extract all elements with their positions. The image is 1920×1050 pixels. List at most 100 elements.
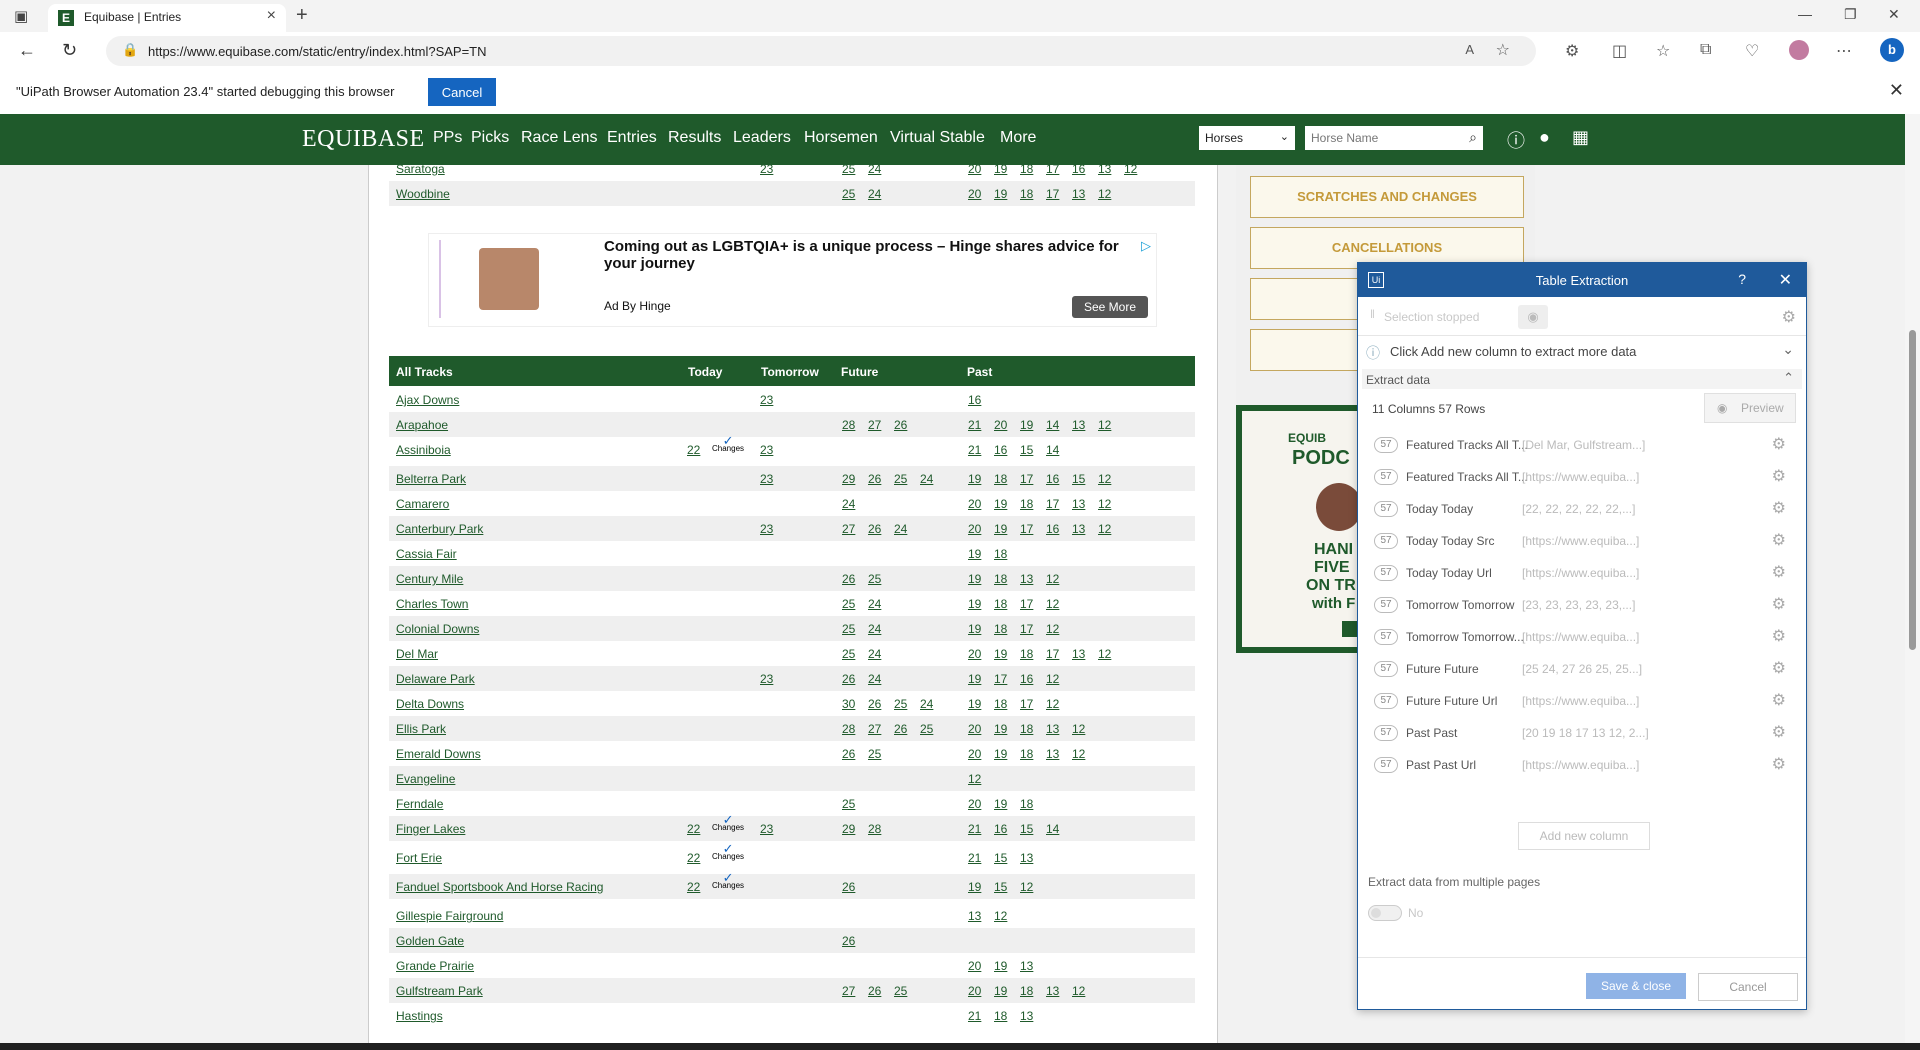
past-date-link[interactable]: 18 bbox=[1020, 797, 1033, 811]
extract-section-header[interactable]: Extract data ⌃ bbox=[1362, 369, 1802, 389]
track-link[interactable]: Emerald Downs bbox=[396, 747, 481, 761]
future-date-link[interactable]: 26 bbox=[894, 722, 907, 736]
past-date-link[interactable]: 20 bbox=[968, 522, 981, 536]
favorites-icon[interactable]: ☆ bbox=[1656, 41, 1670, 61]
past-date-link[interactable]: 17 bbox=[1046, 497, 1059, 511]
extracted-column-row[interactable]: 57 Future Future [25 24, 27 26 25, 25...] ⚙ bbox=[1374, 653, 1794, 685]
past-date-link[interactable]: 15 bbox=[1072, 472, 1085, 486]
past-date-link[interactable]: 16 bbox=[1046, 522, 1059, 536]
past-date-link[interactable]: 13 bbox=[1072, 497, 1085, 511]
nav-virtual-stable[interactable]: Virtual Stable bbox=[890, 129, 985, 147]
minimize-icon[interactable]: — bbox=[1798, 6, 1812, 22]
column-settings-gear-icon[interactable]: ⚙ bbox=[1772, 594, 1786, 614]
url-box[interactable]: 🔒 https://www.equibase.com/static/entry/… bbox=[106, 36, 1536, 66]
tomorrow-date-link[interactable]: 23 bbox=[760, 672, 773, 686]
past-date-link[interactable]: 16 bbox=[968, 393, 981, 407]
future-date-link[interactable]: 25 bbox=[842, 797, 855, 811]
track-link[interactable]: Arapahoe bbox=[396, 418, 448, 432]
future-date-link[interactable]: 27 bbox=[868, 418, 881, 432]
extracted-column-row[interactable]: 57 Tomorrow Tomorrow [23, 23, 23, 23, 23,.… bbox=[1374, 589, 1794, 621]
column-settings-gear-icon[interactable]: ⚙ bbox=[1772, 754, 1786, 774]
add-new-column-button[interactable]: Add new column bbox=[1518, 822, 1650, 850]
nav-leaders[interactable]: Leaders bbox=[733, 129, 791, 147]
track-link[interactable]: Del Mar bbox=[396, 647, 438, 661]
past-date-link[interactable]: 13 bbox=[1046, 984, 1059, 998]
past-date-link[interactable]: 13 bbox=[968, 909, 981, 923]
past-date-link[interactable]: 13 bbox=[1072, 522, 1085, 536]
past-date-link[interactable]: 12 bbox=[1046, 597, 1059, 611]
future-date-link[interactable]: 26 bbox=[868, 697, 881, 711]
column-settings-gear-icon[interactable]: ⚙ bbox=[1772, 690, 1786, 710]
past-date-link[interactable]: 17 bbox=[1046, 187, 1059, 201]
extracted-column-row[interactable]: 57 Featured Tracks All T... [https://www.e… bbox=[1374, 461, 1794, 493]
past-date-link[interactable]: 20 bbox=[968, 797, 981, 811]
advertisement[interactable]: Coming out as LGBTQIA+ is a unique proce… bbox=[428, 233, 1157, 327]
future-date-link[interactable]: 26 bbox=[894, 418, 907, 432]
past-date-link[interactable]: 18 bbox=[1020, 747, 1033, 761]
future-date-link[interactable]: 24 bbox=[868, 187, 881, 201]
past-date-link[interactable]: 12 bbox=[968, 772, 981, 786]
track-link[interactable]: Hastings bbox=[396, 1009, 443, 1023]
past-date-link[interactable]: 14 bbox=[1046, 418, 1059, 432]
past-date-link[interactable]: 12 bbox=[1098, 187, 1111, 201]
extracted-column-row[interactable]: 57 Tomorrow Tomorrow... [https://www.equib… bbox=[1374, 621, 1794, 653]
future-date-link[interactable]: 24 bbox=[868, 622, 881, 636]
future-date-link[interactable]: 25 bbox=[868, 572, 881, 586]
profile-avatar[interactable] bbox=[1789, 40, 1809, 60]
past-date-link[interactable]: 12 bbox=[1098, 497, 1111, 511]
past-date-link[interactable]: 12 bbox=[1072, 747, 1085, 761]
track-link[interactable]: Ferndale bbox=[396, 797, 443, 811]
track-link[interactable]: Fanduel Sportsbook And Horse Racing bbox=[396, 880, 603, 894]
dialog-cancel-button[interactable]: Cancel bbox=[1698, 973, 1798, 1001]
column-settings-gear-icon[interactable]: ⚙ bbox=[1772, 434, 1786, 454]
future-date-link[interactable]: 28 bbox=[868, 822, 881, 836]
future-date-link[interactable]: 28 bbox=[842, 722, 855, 736]
track-link[interactable]: Colonial Downs bbox=[396, 622, 479, 636]
past-date-link[interactable]: 20 bbox=[968, 747, 981, 761]
past-date-link[interactable]: 20 bbox=[968, 647, 981, 661]
past-date-link[interactable]: 13 bbox=[1020, 851, 1033, 865]
today-date-link[interactable]: 22 bbox=[687, 880, 700, 894]
url-text[interactable]: https://www.equibase.com/static/entry/in… bbox=[148, 44, 487, 59]
past-date-link[interactable]: 13 bbox=[1020, 1009, 1033, 1023]
pause-icon[interactable]: ‖ bbox=[1370, 307, 1375, 321]
past-date-link[interactable]: 14 bbox=[1046, 443, 1059, 457]
info-icon[interactable]: ⓘ bbox=[1507, 127, 1525, 153]
past-date-link[interactable]: 19 bbox=[994, 797, 1007, 811]
future-date-link[interactable]: 25 bbox=[920, 722, 933, 736]
future-date-link[interactable]: 26 bbox=[868, 472, 881, 486]
past-date-link[interactable]: 12 bbox=[1098, 472, 1111, 486]
window-close-icon[interactable]: ✕ bbox=[1888, 6, 1900, 23]
past-date-link[interactable]: 15 bbox=[994, 880, 1007, 894]
column-settings-gear-icon[interactable]: ⚙ bbox=[1772, 658, 1786, 678]
track-link[interactable]: Fort Erie bbox=[396, 851, 442, 865]
extensions-icon[interactable]: ⚙ bbox=[1565, 41, 1579, 61]
past-date-link[interactable]: 12 bbox=[1072, 984, 1085, 998]
browser-essentials-icon[interactable]: ♡ bbox=[1745, 41, 1759, 61]
past-date-link[interactable]: 20 bbox=[968, 984, 981, 998]
track-link[interactable]: Century Mile bbox=[396, 572, 463, 586]
highlight-eye-icon[interactable]: ◉ bbox=[1518, 305, 1548, 329]
extracted-column-row[interactable]: 57 Today Today Url [https://www.equiba...]… bbox=[1374, 557, 1794, 589]
future-date-link[interactable]: 24 bbox=[868, 647, 881, 661]
past-date-link[interactable]: 12 bbox=[1046, 622, 1059, 636]
column-settings-gear-icon[interactable]: ⚙ bbox=[1772, 530, 1786, 550]
user-icon[interactable]: ● bbox=[1539, 127, 1550, 148]
future-date-link[interactable]: 24 bbox=[868, 597, 881, 611]
equibase-logo[interactable]: EQUIBASE bbox=[302, 126, 425, 153]
past-date-link[interactable]: 21 bbox=[968, 822, 981, 836]
save-and-close-button[interactable]: Save & close bbox=[1586, 973, 1686, 999]
browser-tab[interactable]: E Equibase | Entries × bbox=[48, 4, 286, 32]
past-date-link[interactable]: 16 bbox=[1046, 472, 1059, 486]
settings-gear-icon[interactable]: ⚙ bbox=[1782, 307, 1796, 327]
search-icon[interactable]: ⌕ bbox=[1469, 129, 1477, 146]
future-date-link[interactable]: 27 bbox=[842, 522, 855, 536]
column-settings-gear-icon[interactable]: ⚙ bbox=[1772, 466, 1786, 486]
collapse-icon[interactable]: ⌃ bbox=[1783, 370, 1794, 386]
past-date-link[interactable]: 19 bbox=[994, 187, 1007, 201]
past-date-link[interactable]: 12 bbox=[1072, 722, 1085, 736]
track-link[interactable]: Camarero bbox=[396, 497, 449, 511]
future-date-link[interactable]: 25 bbox=[842, 622, 855, 636]
track-link[interactable]: Assiniboia bbox=[396, 443, 451, 457]
nav-horsemen[interactable]: Horsemen bbox=[804, 129, 878, 147]
